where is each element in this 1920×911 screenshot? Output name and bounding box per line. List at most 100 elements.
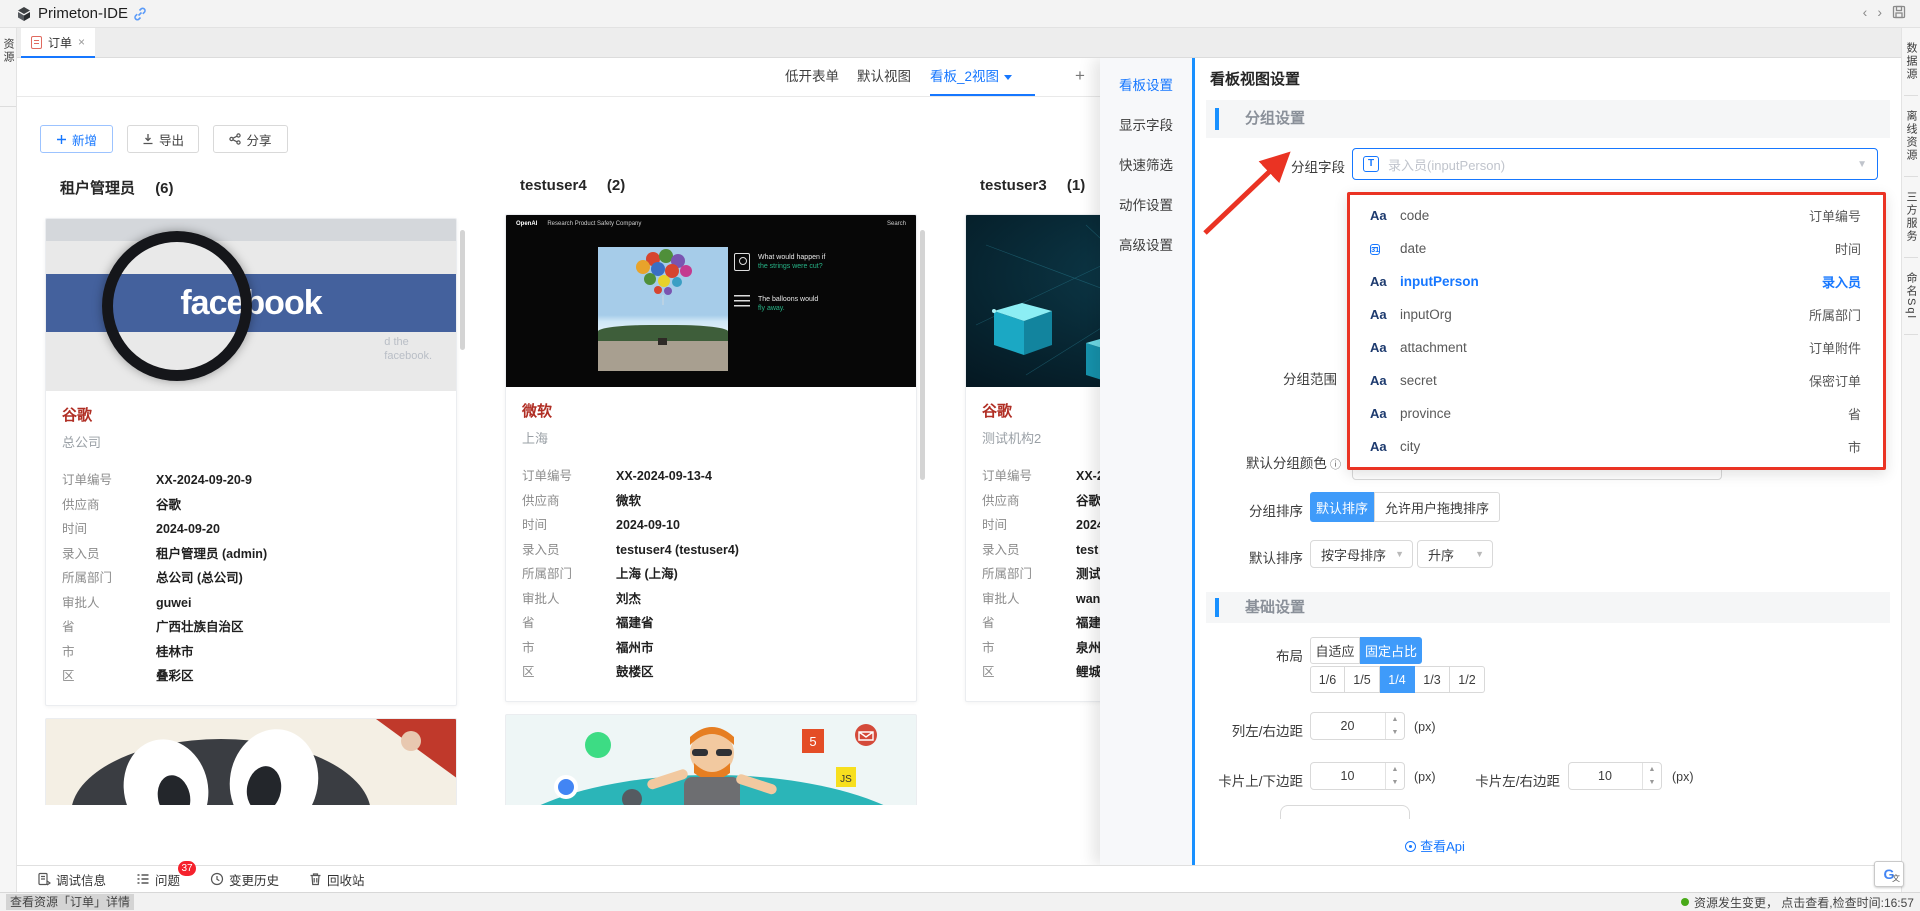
ratio-1-2-button[interactable]: 1/2 [1450,666,1485,693]
export-button[interactable]: 导出 [127,125,199,153]
ratio-1-6-button[interactable]: 1/6 [1310,666,1345,693]
stepper-icons[interactable]: ▲ ▼ [1385,713,1404,739]
dropdown-item-name: province [1400,406,1452,421]
layout-adaptive-button[interactable]: 自适应 [1310,637,1360,664]
field-row: 供应商 谷歌 [62,493,440,518]
rail-item-resources[interactable]: 资源 [0,38,16,64]
openai-caption-line4: fly away. [758,305,785,312]
settings-nav-kanban[interactable]: 看板设置 [1100,66,1192,106]
section-title: 分组设置 [1245,110,1306,127]
column-count: (6) [155,180,174,197]
default-sort-select[interactable]: 按字母排序 ▼ [1310,540,1413,568]
dropdown-item-code[interactable]: Aa code 订单编号 [1350,199,1883,232]
save-icon[interactable] [1892,5,1906,19]
recycle-bin-button[interactable]: 回收站 [309,870,365,889]
field-value: 微软 [616,493,642,508]
card-image-dev-cartoon[interactable]: 5 JS [505,713,917,805]
close-icon[interactable]: × [78,36,85,48]
debug-info-button[interactable]: 调试信息 [37,870,106,889]
column-scrollbar[interactable] [920,230,925,480]
layout-label: 布局 [1276,649,1303,664]
rail-item-datasource[interactable]: 数据源 [1903,42,1919,81]
field-value: 2024-09-10 [616,518,680,532]
export-button-label: 导出 [158,133,184,148]
problems-button[interactable]: 问题 37 [136,860,197,889]
tab-order-label: 订单 [48,35,73,50]
translate-lang-glyph: 文 [1892,874,1900,883]
ratio-1-5-button[interactable]: 1/5 [1345,666,1380,693]
field-label: 区 [62,669,75,683]
card-vmargin-value: 10 [1340,769,1355,783]
field-row: 录入员 testuser4 (testuser4) [522,538,900,563]
field-label: 审批人 [982,591,1020,606]
group-field-value: 录入员(inputPerson) [1388,157,1506,173]
dropdown-item-name: code [1400,208,1430,223]
dropdown-item-secret[interactable]: Aa secret 保密订单 [1350,364,1883,397]
field-label: 所属部门 [982,567,1033,581]
dropdown-item-inputorg[interactable]: Aa inputOrg 所属部门 [1350,298,1883,331]
group-sort-default-button[interactable]: 默认排序 [1310,492,1374,522]
dropdown-item-date[interactable]: 31 date 时间 [1350,232,1883,265]
dropdown-item-inputperson[interactable]: Aa inputPerson 录入员 [1350,265,1883,298]
view-tab-default-view[interactable]: 默认视图 [857,58,911,96]
card-vendor: 微软 [522,403,553,420]
add-view-button[interactable]: + [1075,58,1085,96]
openai-search-text: Search [886,221,906,227]
status-left-text[interactable]: 查看资源「订单」详情 [6,894,135,910]
rail-item-thirdparty-service[interactable]: 三方服务 [1903,191,1919,243]
field-value: 广西壮族自治区 [156,620,244,634]
dropdown-item-label: 所属部门 [1808,308,1861,323]
group-field-select[interactable]: T 录入员(inputPerson) ▼ [1352,148,1878,180]
dropdown-item-attachment[interactable]: Aa attachment 订单附件 [1350,331,1883,364]
tab-order[interactable]: 订单 × [21,28,96,58]
field-value: 福建省 [616,616,654,630]
stepper-icons[interactable]: ▲ ▼ [1642,763,1661,789]
right-rail: 数据源 离线资源 三方服务 命名Sql [1901,28,1920,911]
layout-toggle: 自适应 固定占比 [1310,637,1422,664]
card-org: 总公司 [62,435,102,450]
ratio-1-3-button[interactable]: 1/3 [1415,666,1450,693]
field-label: 审批人 [522,591,560,606]
active-tab-underline [930,94,1035,96]
column-scrollbar[interactable] [460,230,465,350]
nav-forward-icon[interactable]: › [1877,4,1882,20]
nav-back-icon[interactable]: ‹ [1863,4,1868,20]
kanban-column-testuser4: testuser4 (2) OpenAI Research Product Sa… [496,165,926,805]
kanban-card[interactable]: OpenAI Research Product Safety Company S… [505,214,917,702]
view-tab-lowcode-form[interactable]: 低开表单 [785,58,839,96]
dropdown-item-city[interactable]: Aa city 市 [1350,430,1883,463]
share-button[interactable]: 分享 [213,125,288,153]
info-icon[interactable]: ⓘ [1327,459,1341,471]
dropdown-item-name: city [1400,439,1421,454]
card-image-octocat[interactable] [45,717,457,805]
view-tab-kanban2-view[interactable]: 看板_2视图 [930,58,1013,96]
status-right[interactable]: 资源发生变更， 点击查看,检查时间:16:57 [1680,894,1914,911]
primeton-logo-icon [16,6,32,22]
settings-nav-quick-filter[interactable]: 快速筛选 [1100,146,1192,186]
field-label: 供应商 [62,497,100,512]
settings-nav-actions[interactable]: 动作设置 [1100,186,1192,226]
translate-button[interactable]: G 文 [1874,861,1904,887]
divider [1904,333,1918,335]
settings-nav-display-fields[interactable]: 显示字段 [1100,106,1192,146]
ratio-1-4-button[interactable]: 1/4 [1380,666,1415,693]
dropdown-item-province[interactable]: Aa province 省 [1350,397,1883,430]
rail-item-offline-resource[interactable]: 离线资源 [1903,110,1919,162]
card-vmargin-input[interactable]: 10 ▲ ▼ [1310,762,1405,790]
calendar-icon: 31 [1370,240,1394,258]
layout-fixed-ratio-button[interactable]: 固定占比 [1360,637,1422,664]
column-margin-input[interactable]: 20 ▲ ▼ [1310,712,1405,740]
openai-caption-line3: The balloons would [758,296,819,303]
sort-direction-select[interactable]: 升序 ▼ [1417,540,1493,568]
link-icon[interactable] [132,6,148,22]
kanban-card[interactable]: facebook d the facebook. 谷歌 总公司 订单编号 XX-20… [45,218,457,706]
view-api-link[interactable]: 查看Api [1355,836,1515,855]
recycle-bin-label: 回收站 [327,873,365,888]
change-history-button[interactable]: 变更历史 [210,870,279,889]
settings-nav-advanced[interactable]: 高级设置 [1100,226,1192,266]
add-button[interactable]: 新增 [40,125,113,153]
rail-item-named-sql[interactable]: 命名Sql [1903,272,1919,320]
group-sort-drag-button[interactable]: 允许用户拖拽排序 [1374,492,1500,522]
card-hmargin-input[interactable]: 10 ▲ ▼ [1568,762,1662,790]
stepper-icons[interactable]: ▲ ▼ [1385,763,1404,789]
